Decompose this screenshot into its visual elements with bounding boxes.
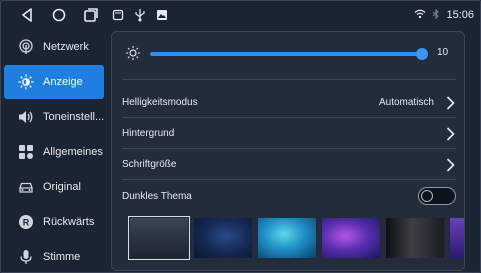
display-settings-panel: 10 Helligkeitsmodus Automatisch Hintergr… [111, 31, 465, 271]
sidebar-item-original[interactable]: Original [4, 170, 104, 204]
speaker-icon [18, 109, 34, 125]
general-icon [18, 144, 34, 160]
brightness-slider-row: 10 [112, 32, 464, 77]
sidebar-item-netzwerk[interactable]: Netzwerk [4, 30, 104, 64]
dark-theme-toggle[interactable] [418, 187, 456, 205]
usb-icon [129, 3, 151, 27]
display-icon [18, 74, 34, 90]
back-icon[interactable] [11, 3, 43, 27]
wallpaper-black[interactable] [386, 218, 444, 258]
svg-text:R: R [23, 218, 30, 228]
sidebar-item-stimme[interactable]: Stimme [4, 240, 104, 273]
microphone-icon [18, 249, 34, 265]
reverse-icon: R [18, 214, 34, 230]
wallpaper-violet[interactable] [450, 218, 464, 258]
clock-time: 15:06 [446, 9, 474, 21]
background-row[interactable]: Hintergrund [122, 119, 456, 149]
sidebar-item-label: Allgemeines [43, 146, 103, 158]
wallpaper-gray[interactable] [128, 216, 190, 260]
bluetooth-icon [432, 8, 440, 22]
screenshot-icon [107, 3, 129, 27]
car-icon [18, 179, 34, 195]
sidebar-item-rueckwaerts[interactable]: R Rückwärts [4, 205, 104, 239]
network-icon [18, 39, 34, 55]
brightness-slider[interactable] [150, 48, 428, 60]
brightness-mode-row[interactable]: Helligkeitsmodus Automatisch [122, 88, 456, 118]
brightness-slider-handle[interactable] [416, 48, 428, 60]
settings-sidebar: Netzwerk Anzeige Toneinstell... Allgemei… [1, 30, 106, 273]
brightness-mode-value: Automatisch [378, 97, 434, 108]
wifi-icon [414, 9, 426, 22]
sidebar-item-label: Original [43, 181, 81, 193]
image-icon [151, 3, 173, 27]
chevron-right-icon [444, 126, 456, 142]
sidebar-item-allgemeines[interactable]: Allgemeines [4, 135, 104, 169]
sidebar-item-label: Stimme [43, 251, 81, 263]
background-label: Hintergrund [122, 128, 175, 139]
brightness-value: 10 [437, 47, 449, 58]
sidebar-item-toneinstellungen[interactable]: Toneinstell... [4, 100, 104, 134]
wallpaper-cyan[interactable] [258, 218, 316, 258]
font-size-label: Schriftgröße [122, 159, 177, 170]
chevron-right-icon [444, 157, 456, 173]
sidebar-item-anzeige[interactable]: Anzeige [4, 65, 104, 99]
wallpaper-dark-blue[interactable] [194, 218, 252, 258]
sidebar-item-label: Anzeige [43, 76, 83, 88]
sidebar-item-label: Rückwärts [43, 216, 95, 228]
wallpaper-strip [128, 216, 464, 260]
brightness-slider-fill [150, 52, 422, 56]
brightness-mode-label: Helligkeitsmodus [122, 97, 198, 108]
brightness-icon [125, 45, 141, 66]
sidebar-item-label: Toneinstell... [43, 111, 104, 123]
screen-frame: 15:06 Netzwerk Anzeige Toneinstell... Al… [0, 0, 481, 273]
dark-theme-label: Dunkles Thema [122, 190, 192, 202]
wallpaper-purple[interactable] [322, 218, 380, 258]
recents-icon[interactable] [75, 3, 107, 27]
sidebar-item-label: Netzwerk [43, 41, 89, 53]
toggle-knob [421, 190, 433, 202]
font-size-row[interactable]: Schriftgröße [122, 150, 456, 180]
chevron-right-icon [444, 95, 456, 111]
status-bar: 15:06 [1, 1, 481, 29]
divider [122, 79, 456, 80]
home-icon[interactable] [43, 3, 75, 27]
dark-theme-row: Dunkles Thema [122, 181, 456, 211]
